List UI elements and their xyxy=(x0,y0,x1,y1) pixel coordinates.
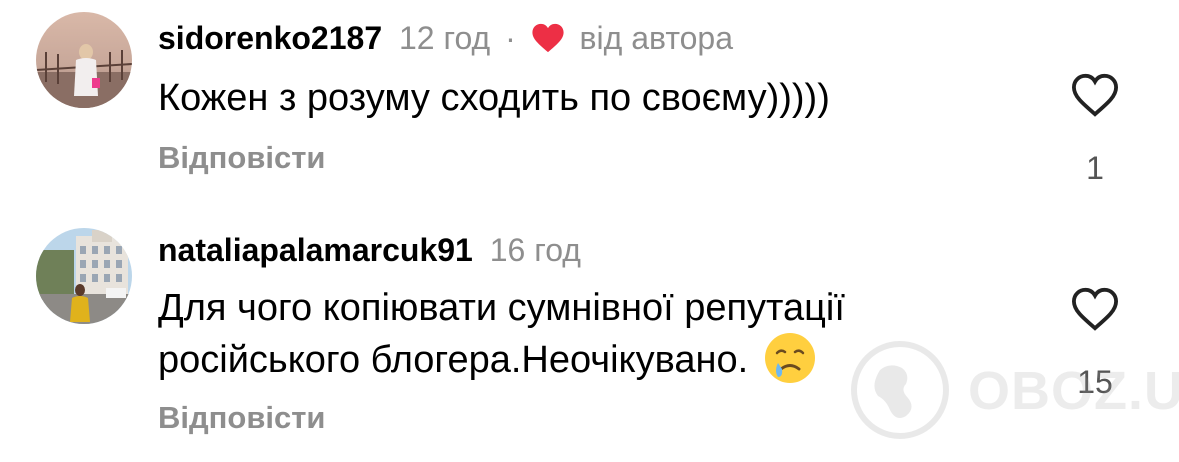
comment-text-line-2: російського блогера.Неочікувано. xyxy=(158,332,817,386)
watermark: OBOZ.UA xyxy=(850,340,1179,445)
heart-outline-icon[interactable] xyxy=(1070,72,1120,118)
avatar[interactable] xyxy=(36,228,132,324)
watermark-text: OBOZ.UA xyxy=(968,361,1179,421)
separator: · xyxy=(505,20,516,56)
like-count: 1 xyxy=(1086,150,1104,186)
username[interactable]: nataliapalamarcuk91 xyxy=(158,232,473,268)
heart-filled-icon xyxy=(532,23,564,52)
author-like-label: від автора xyxy=(579,20,733,56)
timestamp: 16 год xyxy=(489,232,581,268)
avatar[interactable] xyxy=(36,12,132,108)
crying-face-emoji xyxy=(764,332,815,383)
comment-text: Кожен з розуму сходить по своєму))))) xyxy=(158,77,830,119)
comment-text-line-2-text: російського блогера.Неочікувано. xyxy=(158,339,749,381)
reply-button[interactable]: Відповісти xyxy=(158,398,326,438)
comment-meta: nataliapalamarcuk91 16 год xyxy=(158,230,581,270)
comment-1: sidorenko2187 12 год · від автора Кожен … xyxy=(0,0,1179,220)
comment-text-line-1: Для чого копіювати сумнівної репутації xyxy=(158,287,845,329)
comment-meta: sidorenko2187 12 год · від автора xyxy=(158,18,733,58)
reply-button[interactable]: Відповісти xyxy=(158,138,326,178)
username[interactable]: sidorenko2187 xyxy=(158,20,382,56)
heart-outline-icon[interactable] xyxy=(1070,286,1120,332)
globe-logo-icon xyxy=(851,341,949,439)
timestamp: 12 год xyxy=(399,20,491,56)
